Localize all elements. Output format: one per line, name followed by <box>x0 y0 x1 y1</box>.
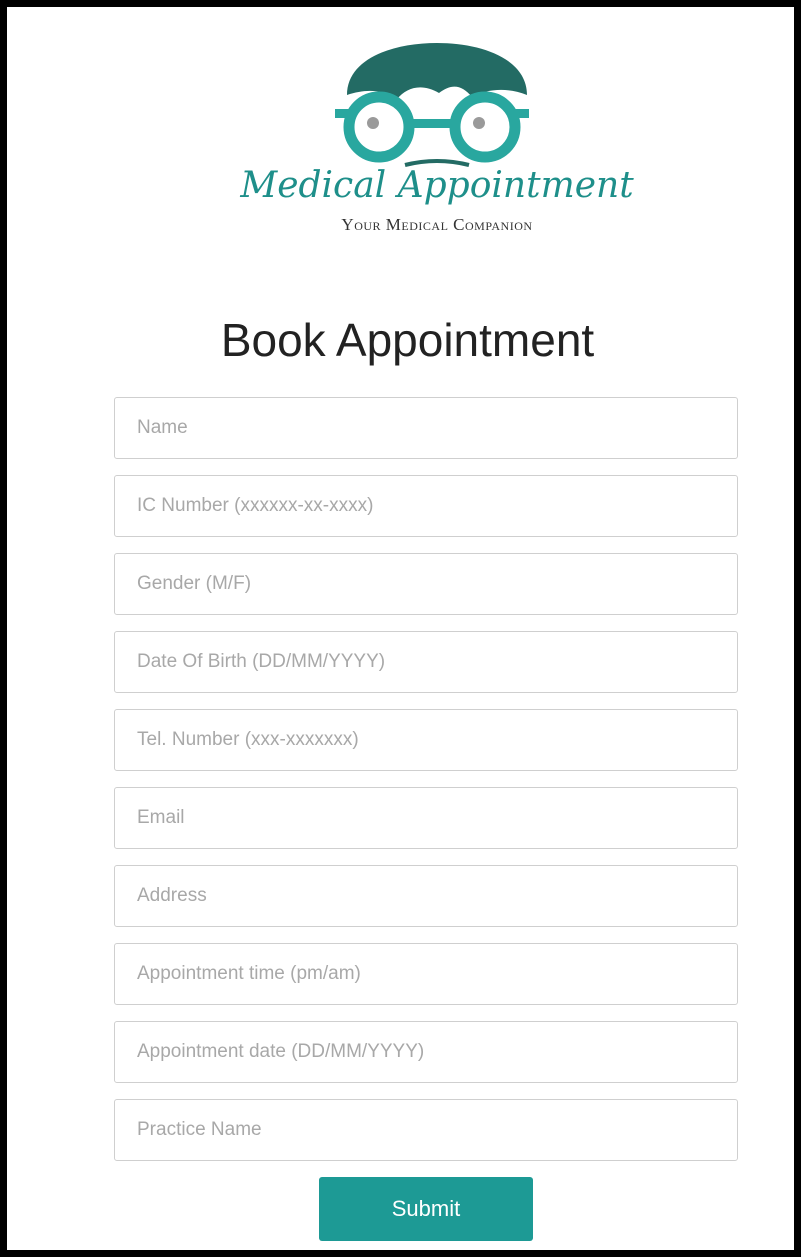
address-input[interactable] <box>114 865 738 927</box>
submit-button[interactable]: Submit <box>319 1177 533 1241</box>
name-input[interactable] <box>114 397 738 459</box>
appointment-form <box>114 397 738 1177</box>
page-frame: Medical Appointment Your Medical Compani… <box>0 0 801 1257</box>
appointment-date-input[interactable] <box>114 1021 738 1083</box>
doctor-face-glasses-icon <box>335 43 529 167</box>
ic-number-input[interactable] <box>114 475 738 537</box>
page-title: Book Appointment <box>220 314 595 366</box>
appointment-time-input[interactable] <box>114 943 738 1005</box>
email-input[interactable] <box>114 787 738 849</box>
date-of-birth-input[interactable] <box>114 631 738 693</box>
brand-name: Medical Appointment <box>240 165 634 206</box>
brand-logo: Medical Appointment Your Medical Compani… <box>217 37 657 257</box>
gender-input[interactable] <box>114 553 738 615</box>
tel-number-input[interactable] <box>114 709 738 771</box>
practice-name-input[interactable] <box>114 1099 738 1161</box>
brand-tagline: Your Medical Companion <box>341 215 533 234</box>
